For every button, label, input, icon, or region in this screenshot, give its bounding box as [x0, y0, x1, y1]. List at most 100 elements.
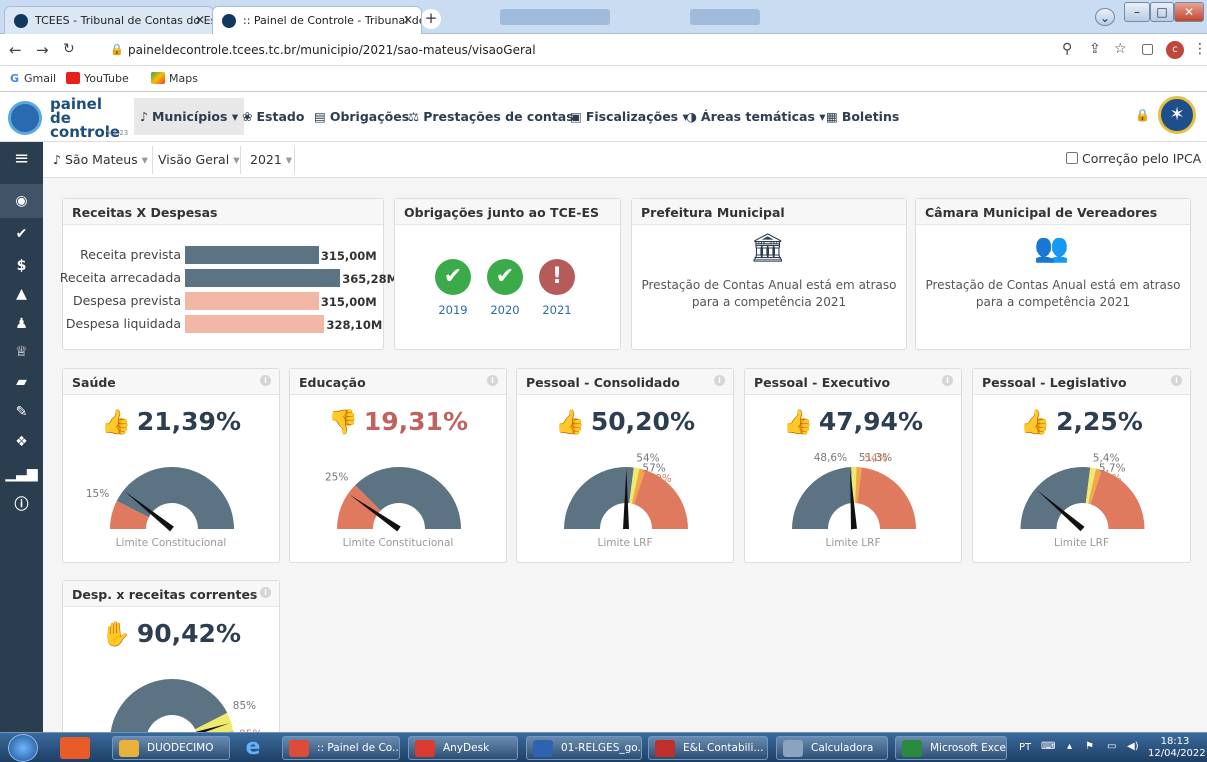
language-indicator[interactable]: PT: [1019, 742, 1031, 753]
info-icon[interactable]: i: [942, 375, 953, 386]
info-icon[interactable]: ⓘ: [0, 494, 43, 514]
gauge-threshold-label: 85%: [233, 700, 256, 712]
gauge-footer: Limite Constitucional: [115, 537, 227, 549]
nav-municipios[interactable]: ♪ Municípios ▾: [134, 98, 245, 135]
nav-estado[interactable]: ❀ Estado: [242, 109, 304, 124]
close-window-button[interactable]: ✕: [1174, 2, 1204, 22]
info-icon[interactable]: i: [260, 587, 271, 598]
share-icon[interactable]: ⇪: [1089, 41, 1101, 57]
municipio-dropdown[interactable]: ♪ São Mateus ▾: [53, 152, 148, 167]
star-bookmark-icon[interactable]: ☆: [1114, 41, 1127, 57]
row-value: 315,00M: [320, 249, 377, 263]
browser-tab-tcees[interactable]: TCEES - Tribunal de Contas do Es ✕: [4, 6, 214, 34]
bookmark-gmail[interactable]: G Gmail: [10, 72, 56, 85]
value-bar[interactable]: [185, 315, 325, 333]
taskbar-item[interactable]: E&L Contabili...: [648, 736, 768, 760]
volume-icon[interactable]: ◀): [1127, 741, 1139, 752]
info-icon[interactable]: i: [260, 375, 271, 386]
thumbs-up-icon: 👍: [100, 408, 131, 436]
checkbox-box[interactable]: [1066, 152, 1078, 164]
eye-icon[interactable]: ◉: [0, 184, 43, 218]
trophy-icon[interactable]: ♕: [0, 344, 43, 360]
obrigacao-year[interactable]: 2021: [537, 303, 577, 317]
gauge-value-text: 50,20%: [590, 407, 696, 436]
maximize-button[interactable]: □: [1150, 2, 1174, 22]
taskbar-item[interactable]: DUODECIMO: [112, 736, 230, 760]
gauge-threshold-label: 60%: [648, 473, 671, 485]
hamburger-menu-icon[interactable]: ≡: [0, 142, 43, 178]
sidebar: ◉ ✔ $ ▲ ♟ ♕ ▰ ✎ ❖ ▁▃▆ ⓘ: [0, 178, 43, 732]
new-tab-button[interactable]: +: [421, 9, 441, 29]
forward-arrow-icon[interactable]: →: [36, 41, 49, 59]
bookmark-youtube[interactable]: YouTube: [66, 72, 129, 85]
side-panel-icon[interactable]: ▢: [1141, 41, 1154, 57]
profile-avatar[interactable]: c: [1166, 41, 1184, 59]
ano-dropdown[interactable]: 2021 ▾: [250, 152, 292, 167]
value-bar[interactable]: [185, 246, 319, 264]
ipca-checkbox[interactable]: Correção pelo IPCA: [1066, 151, 1201, 166]
book-icon[interactable]: ▰: [0, 374, 43, 390]
obrigacao-year[interactable]: 2020: [485, 303, 525, 317]
thumbs-up-icon: 👍: [1020, 408, 1051, 436]
browser-menu-icon[interactable]: ⋮: [1193, 41, 1207, 57]
nav-obrigacoes[interactable]: ▤ Obrigações: [314, 109, 409, 124]
filter-bar: ≡ ♪ São Mateus ▾ Visão Geral ▾ 2021 ▾ Co…: [0, 142, 1207, 178]
taskbar-clock[interactable]: 18:13 12/04/2022: [1148, 736, 1206, 760]
card-title: Obrigações junto ao TCE-ES: [395, 199, 620, 225]
gauge-value: 👍 2,25%: [973, 407, 1190, 436]
gauge-card: Saúde i 👍 21,39% 15% Limite Constitucional: [62, 368, 280, 563]
taskbar-item[interactable]: :: Painel de Co...: [282, 736, 400, 760]
nav-boletins[interactable]: ▦ Boletins: [826, 109, 899, 124]
display-icon[interactable]: ▭: [1107, 741, 1116, 752]
tray-expand-icon[interactable]: ▴: [1067, 741, 1072, 752]
visao-dropdown[interactable]: Visão Geral ▾: [158, 152, 239, 167]
info-icon[interactable]: i: [714, 375, 725, 386]
url-input[interactable]: 🔒 paineldecontrole.tcees.tc.br/municipio…: [100, 39, 1020, 61]
cubes-icon[interactable]: ❖: [0, 434, 43, 450]
taskbar-item[interactable]: Calculadora: [776, 736, 888, 760]
close-tab-icon[interactable]: ✕: [195, 13, 205, 27]
lock-icon[interactable]: 🔒: [1135, 108, 1150, 122]
location-pin-icon[interactable]: ⚲: [1062, 41, 1072, 57]
taskbar-item[interactable]: AnyDesk: [408, 736, 518, 760]
address-bar-row: ← → ↻ 🔒 paineldecontrole.tcees.tc.br/mun…: [0, 34, 1207, 66]
bookmark-maps[interactable]: Maps: [151, 72, 198, 85]
taskbar-item[interactable]: Microsoft Exce...: [895, 736, 1007, 760]
gauge-value: 👍 50,20%: [517, 407, 733, 436]
check-circle-icon[interactable]: ✔: [435, 259, 471, 295]
card-title: Saúde i: [63, 369, 279, 395]
row-label: Despesa liquidada: [65, 316, 181, 331]
network-icon[interactable]: ⚑: [1085, 741, 1094, 752]
reload-icon[interactable]: ↻: [63, 41, 75, 57]
internet-explorer-icon[interactable]: e: [238, 737, 268, 759]
painel-de-controle-logo[interactable]: painel de controle 5.1.23: [8, 97, 128, 140]
nav-prestacoes[interactable]: ⚖ Prestações de contas: [408, 109, 574, 124]
browser-tab-painel[interactable]: :: Painel de Controle - Tribunal de ✕: [212, 6, 422, 34]
gauge-threshold-label: 15%: [86, 488, 109, 500]
bar-chart-icon[interactable]: ▁▃▆: [0, 466, 43, 482]
person-icon[interactable]: ♟: [0, 316, 43, 332]
value-bar[interactable]: [185, 292, 319, 310]
obrigacao-year[interactable]: 2019: [433, 303, 473, 317]
start-button[interactable]: [8, 734, 38, 762]
dollar-icon[interactable]: $: [0, 258, 43, 274]
edit-icon[interactable]: ✎: [0, 404, 43, 420]
tab-search-chevron-icon[interactable]: ⌄: [1095, 8, 1115, 26]
warning-icon[interactable]: ▲: [0, 286, 43, 302]
quicklaunch-app-icon[interactable]: [60, 737, 90, 759]
close-tab-icon[interactable]: ✕: [403, 13, 413, 27]
value-bar[interactable]: [185, 269, 341, 287]
nav-fiscalizacoes[interactable]: ▣ Fiscalizações ▾: [570, 109, 689, 124]
taskbar-item[interactable]: 01-RELGES_go...: [526, 736, 642, 760]
info-icon[interactable]: i: [487, 375, 498, 386]
minimize-button[interactable]: –: [1124, 2, 1150, 22]
exclamation-circle-icon[interactable]: !: [539, 259, 575, 295]
nav-areas-tematicas[interactable]: ◑ Áreas temáticas ▾: [686, 109, 826, 124]
back-arrow-icon[interactable]: ←: [9, 41, 22, 59]
keyboard-icon[interactable]: ⌨: [1041, 741, 1055, 752]
info-icon[interactable]: i: [1171, 375, 1182, 386]
check-circle-icon[interactable]: ✔: [487, 259, 523, 295]
thumbs-down-icon: 👎: [327, 408, 358, 436]
check-icon[interactable]: ✔: [0, 226, 43, 242]
gauge-band: [792, 467, 853, 529]
